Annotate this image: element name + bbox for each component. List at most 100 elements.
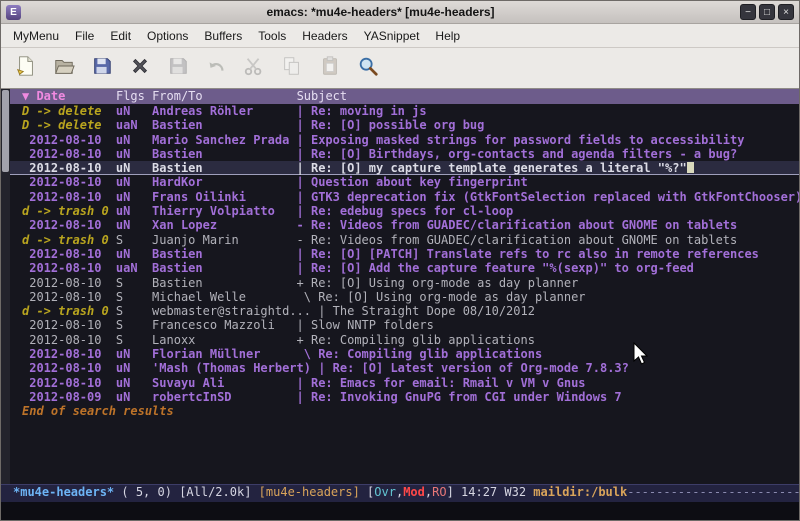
- mode-line[interactable]: *mu4e-headers* ( 5, 0) [All/2.0k] [mu4e-…: [1, 484, 799, 502]
- row-text: 2012-08-10 uN Suvayu Ali | Re: Emacs for…: [22, 376, 586, 390]
- column-from: From/To: [152, 89, 297, 103]
- row-text: D -> delete: [22, 118, 116, 132]
- emacs-icon: E: [6, 5, 21, 20]
- column-flags: Flgs: [116, 89, 152, 103]
- menu-options[interactable]: Options: [139, 26, 196, 46]
- row-text: D -> delete: [22, 104, 116, 118]
- minimize-button[interactable]: −: [740, 4, 756, 20]
- frame-content: ▼ Date Flgs From/To Subject D -> delete …: [1, 89, 799, 520]
- save-icon: [91, 55, 113, 82]
- paste-button: [317, 56, 342, 81]
- cut-button: [241, 56, 266, 81]
- text-cursor: [687, 162, 694, 173]
- filler-dashes: ----------------------------------: [627, 485, 799, 499]
- row-text: 2012-08-10 uN Frans Oilinki | GTK3 depre…: [22, 190, 799, 204]
- scrollbar[interactable]: [1, 89, 10, 484]
- message-row[interactable]: 2012-08-10 S Bastien + Re: [O] Using org…: [10, 276, 799, 290]
- menu-yasnippet[interactable]: YASnippet: [356, 26, 428, 46]
- message-row[interactable]: 2012-08-10 uN 'Mash (Thomas Herbert) | R…: [10, 361, 799, 375]
- menu-edit[interactable]: Edit: [102, 26, 139, 46]
- new-file-button[interactable]: [13, 56, 38, 81]
- undo-icon: [205, 55, 227, 82]
- header-line[interactable]: ▼ Date Flgs From/To Subject: [10, 89, 799, 104]
- scrollbar-thumb[interactable]: [2, 90, 9, 172]
- cut-icon: [243, 55, 265, 82]
- message-row[interactable]: 2012-08-10 uN Bastien | Re: [O] Birthday…: [10, 147, 799, 161]
- message-row[interactable]: D -> delete uaN Bastien | Re: [O] possib…: [10, 118, 799, 132]
- row-text: 2012-08-10 uN Bastien | Re: [O] Birthday…: [22, 147, 737, 161]
- save-button[interactable]: [89, 56, 114, 81]
- search-button[interactable]: [355, 56, 380, 81]
- minibuffer: [1, 502, 799, 520]
- search-icon: [357, 55, 379, 82]
- menu-file[interactable]: File: [67, 26, 102, 46]
- row-text: 2012-08-10 S Michael Welle \ Re: [O] Usi…: [22, 290, 586, 304]
- row-text: S webmaster@straightd... | The Straight …: [116, 304, 535, 318]
- row-text: End of search results: [22, 404, 174, 418]
- row-text: 2012-08-10 uN HardKor | Question about k…: [22, 175, 528, 189]
- message-row[interactable]: 2012-08-10 S Michael Welle \ Re: [O] Usi…: [10, 290, 799, 304]
- open-file-button[interactable]: [51, 56, 76, 81]
- cursor-position: ( 5, 0): [114, 485, 179, 499]
- row-text: d -> trash 0: [22, 204, 116, 218]
- new-file-icon: [15, 55, 37, 82]
- message-row[interactable]: d -> trash 0 uN Thierry Volpiatto | Re: …: [10, 204, 799, 218]
- toolbar: [1, 48, 799, 89]
- menubar: MyMenuFileEditOptionsBuffersToolsHeaders…: [1, 24, 799, 48]
- row-text: 2012-08-10 S Lanoxx + Re: Compiling glib…: [22, 333, 535, 347]
- row-text: 2012-08-10 uaN Bastien | Re: [O] Add the…: [22, 261, 694, 275]
- week-number: W32: [504, 485, 533, 499]
- menu-tools[interactable]: Tools: [250, 26, 294, 46]
- row-text: uaN Bastien | Re: [O] possible org bug: [116, 118, 484, 132]
- message-row[interactable]: d -> trash 0 S Juanjo Marin - Re: Videos…: [10, 233, 799, 247]
- row-text: 2012-08-10 S Bastien + Re: [O] Using org…: [22, 276, 578, 290]
- headers-pane: ▼ Date Flgs From/To Subject D -> delete …: [10, 89, 799, 484]
- major-mode: [mu4e-headers]: [259, 485, 360, 499]
- end-of-results[interactable]: End of search results: [10, 404, 799, 418]
- row-text: 2012-08-10 uN Bastien | Re: [O] [PATCH] …: [22, 247, 759, 261]
- message-row-current[interactable]: 2012-08-10 uN Bastien | Re: [O] my captu…: [10, 161, 799, 175]
- column-subject: Subject: [297, 89, 348, 103]
- menu-headers[interactable]: Headers: [294, 26, 355, 46]
- message-row[interactable]: D -> delete uN Andreas Röhler | Re: movi…: [10, 104, 799, 118]
- save-as-icon: [167, 55, 189, 82]
- row-text: d -> trash 0: [22, 304, 116, 318]
- row-text: 2012-08-10 uN Bastien | Re: [O] my captu…: [22, 161, 687, 175]
- bracket: ]: [447, 485, 461, 499]
- row-text: S Juanjo Marin - Re: Videos from GUADEC/…: [116, 233, 737, 247]
- readonly-indicator: RO: [432, 485, 446, 499]
- titlebar[interactable]: E emacs: *mu4e-headers* [mu4e-headers] −…: [1, 1, 799, 24]
- maximize-button[interactable]: □: [759, 4, 775, 20]
- message-row[interactable]: 2012-08-10 uN HardKor | Question about k…: [10, 175, 799, 189]
- kill-buffer-icon: [129, 55, 151, 82]
- menu-mymenu[interactable]: MyMenu: [5, 26, 67, 46]
- message-row[interactable]: 2012-08-10 uN Bastien | Re: [O] [PATCH] …: [10, 247, 799, 261]
- row-text: 2012-08-10 uN Xan Lopez - Re: Videos fro…: [22, 218, 737, 232]
- kill-buffer-button[interactable]: [127, 56, 152, 81]
- message-row[interactable]: d -> trash 0 S webmaster@straightd... | …: [10, 304, 799, 318]
- bracket: [: [360, 485, 374, 499]
- row-text: uN Thierry Volpiatto | Re: edebug specs …: [116, 204, 513, 218]
- row-text: 2012-08-10 uN Mario Sanchez Prada | Expo…: [22, 133, 744, 147]
- menu-help[interactable]: Help: [427, 26, 468, 46]
- buffer-name: *mu4e-headers*: [13, 485, 114, 499]
- row-text: 2012-08-09 uN robertcInSD | Re: Invoking…: [22, 390, 622, 404]
- column-date[interactable]: ▼ Date: [22, 89, 65, 103]
- menu-buffers[interactable]: Buffers: [196, 26, 250, 46]
- row-text: 2012-08-10 uN 'Mash (Thomas Herbert) | R…: [22, 361, 629, 375]
- message-row[interactable]: 2012-08-10 uN Suvayu Ali | Re: Emacs for…: [10, 376, 799, 390]
- message-row[interactable]: 2012-08-10 uN Florian Müllner \ Re: Comp…: [10, 347, 799, 361]
- emacs-window: E emacs: *mu4e-headers* [mu4e-headers] −…: [0, 0, 800, 521]
- close-button[interactable]: ×: [778, 4, 794, 20]
- buffer-area: ▼ Date Flgs From/To Subject D -> delete …: [1, 89, 799, 484]
- copy-button: [279, 56, 304, 81]
- undo-button: [203, 56, 228, 81]
- message-list: D -> delete uN Andreas Röhler | Re: movi…: [10, 104, 799, 484]
- message-row[interactable]: 2012-08-10 uN Mario Sanchez Prada | Expo…: [10, 133, 799, 147]
- message-row[interactable]: 2012-08-10 S Lanoxx + Re: Compiling glib…: [10, 333, 799, 347]
- message-row[interactable]: 2012-08-10 uaN Bastien | Re: [O] Add the…: [10, 261, 799, 275]
- message-row[interactable]: 2012-08-10 uN Frans Oilinki | GTK3 depre…: [10, 190, 799, 204]
- message-row[interactable]: 2012-08-10 S Francesco Mazzoli | Slow NN…: [10, 318, 799, 332]
- message-row[interactable]: 2012-08-10 uN Xan Lopez - Re: Videos fro…: [10, 218, 799, 232]
- message-row[interactable]: 2012-08-09 uN robertcInSD | Re: Invoking…: [10, 390, 799, 404]
